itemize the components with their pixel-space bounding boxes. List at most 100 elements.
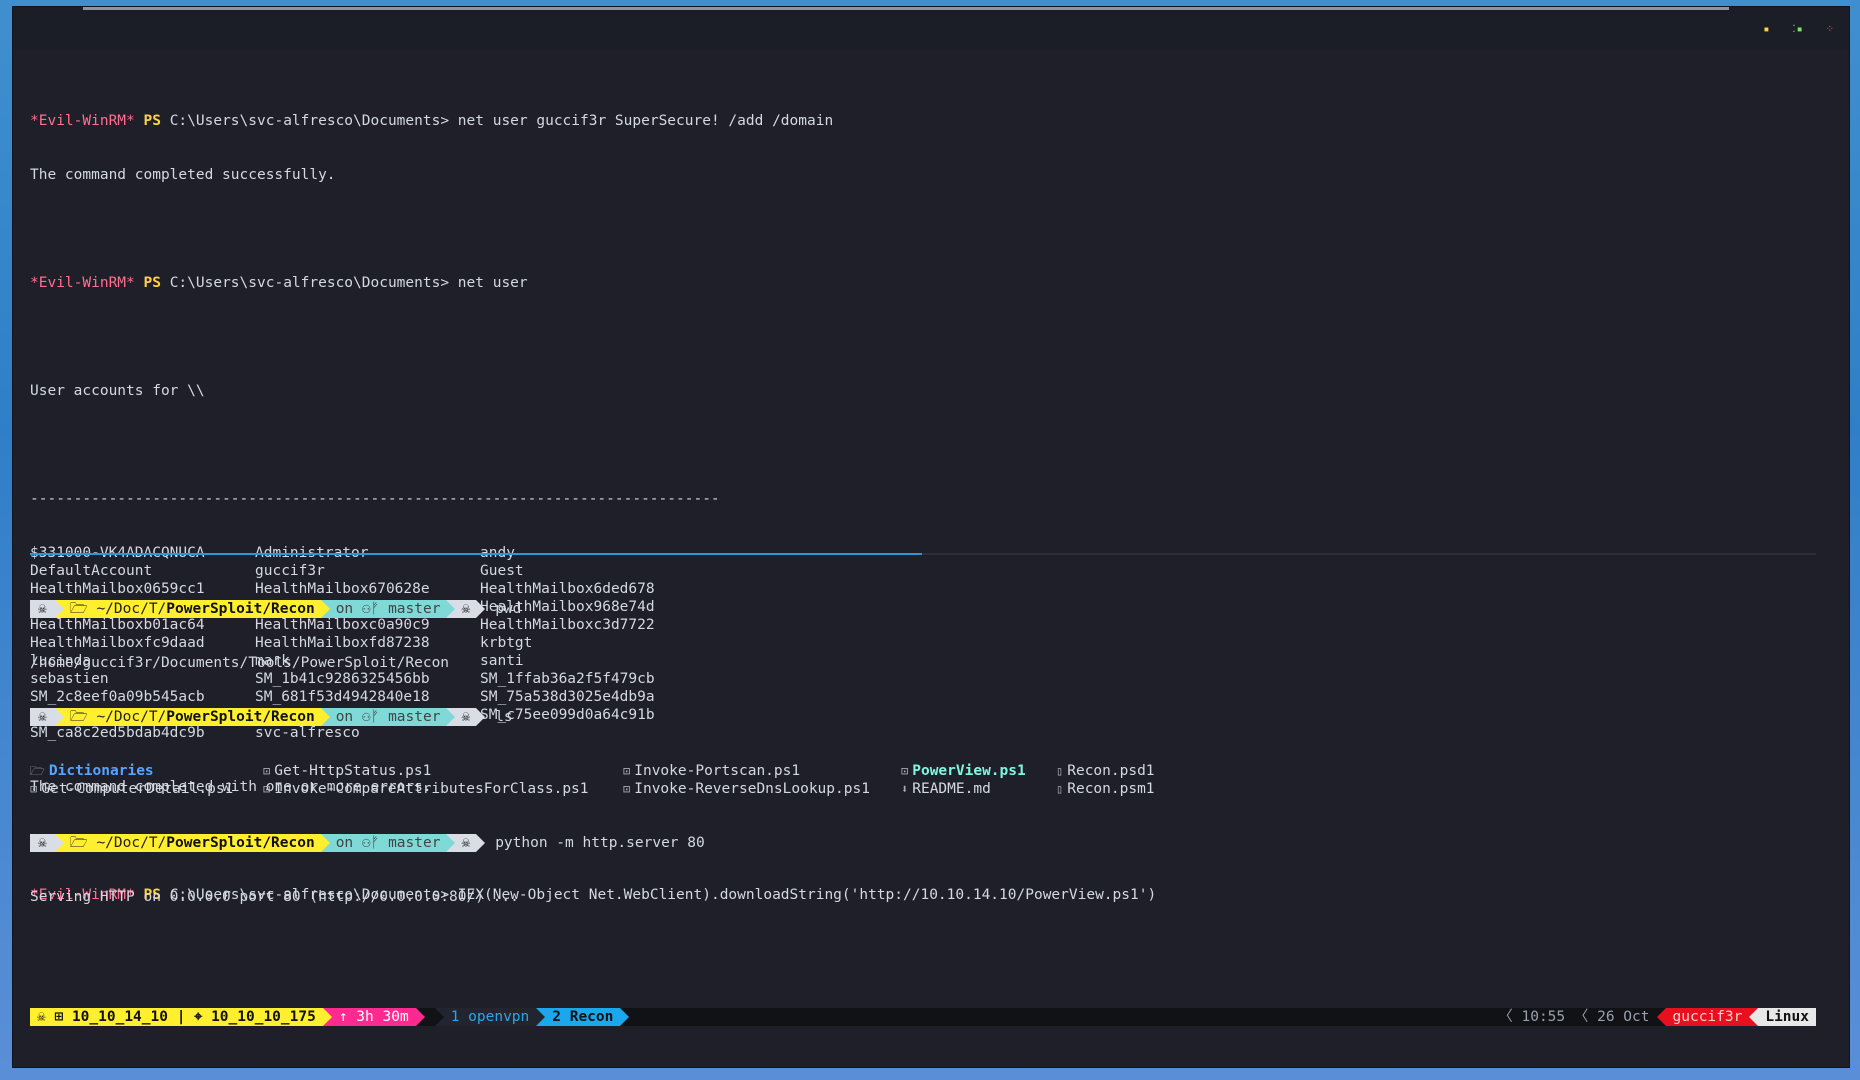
close-dot-icon[interactable]: ⁘ bbox=[1826, 25, 1835, 35]
ls-entry-name: Invoke-Portscan.ps1 bbox=[634, 763, 801, 779]
powerline-separator-icon bbox=[320, 708, 330, 726]
ls-row: 🗁 Dictionaries ⊡ Get-HttpStatus.ps1 ⊡ Invoke-… bbox=[30, 762, 1830, 780]
script-icon: ⊡ bbox=[30, 782, 38, 796]
path-segment: 🗁 ~/Doc/T/PowerSploit/Recon bbox=[63, 708, 321, 726]
script-icon: ⊡ bbox=[263, 764, 271, 778]
powerline-separator-icon bbox=[446, 600, 456, 618]
powerline-separator-icon bbox=[415, 1008, 425, 1026]
github-icon: ⚇ bbox=[361, 835, 371, 851]
powerline-separator-icon bbox=[536, 1008, 546, 1026]
folder-icon: 🗁 bbox=[69, 601, 97, 617]
ls-entry-name: PowerView.ps1 bbox=[912, 763, 1026, 779]
path-current: PowerSploit/Recon bbox=[166, 601, 315, 617]
powerline-separator-icon bbox=[1656, 1008, 1666, 1026]
target-ip: 10_10_10_175 bbox=[211, 1009, 316, 1025]
command-output: Serving HTTP on 0.0.0.0 port 80 (http://… bbox=[30, 889, 519, 905]
ps-label: PS bbox=[143, 113, 161, 129]
skull-icon: ☠ bbox=[455, 600, 477, 618]
winrm-command: net user bbox=[457, 275, 528, 291]
powerline-separator-icon bbox=[476, 834, 486, 852]
shell-prompt: ☠ 🗁 ~/Doc/T/PowerSploit/Recon on ⚇ ᚠ mast… bbox=[30, 834, 1830, 852]
winrm-command-line: *Evil-WinRM* PS C:\Users\svc-alfresco\Do… bbox=[30, 274, 1830, 292]
skull-icon: ☠ bbox=[455, 834, 477, 852]
powerline-separator-icon bbox=[54, 708, 64, 726]
user-segment: guccif3r bbox=[1665, 1008, 1750, 1026]
file-icon: ▯ bbox=[1056, 764, 1064, 778]
clock: 10:55 bbox=[1521, 1009, 1566, 1025]
powerline-separator-icon bbox=[446, 834, 456, 852]
github-icon: ⚇ bbox=[361, 709, 371, 725]
winrm-prompt: *Evil-WinRM* bbox=[30, 275, 135, 291]
folder-icon: 🗁 bbox=[30, 764, 45, 778]
git-on-label: on bbox=[335, 835, 354, 851]
powerline-separator-icon bbox=[476, 708, 486, 726]
ls-entry-name: Dictionaries bbox=[48, 763, 154, 779]
tmux-window-tab-active[interactable]: 2 Recon bbox=[545, 1008, 621, 1026]
skull-icon: ☠ bbox=[30, 708, 55, 726]
output-divider: ----------------------------------------… bbox=[30, 491, 720, 507]
active-pane-indicator bbox=[30, 553, 922, 555]
script-icon: ⊡ bbox=[623, 764, 631, 778]
powerline-separator-icon bbox=[446, 708, 456, 726]
git-segment: on ⚇ ᚠ master bbox=[329, 834, 447, 852]
os-segment: Linux bbox=[1758, 1008, 1816, 1026]
ls-entry: ▯ Recon.psd1 bbox=[1056, 762, 1196, 780]
git-on-label: on bbox=[335, 709, 354, 725]
winrm-cwd: C:\Users\svc-alfresco\Documents> bbox=[169, 275, 450, 291]
uptime: ↑ 3h 30m bbox=[331, 1008, 416, 1026]
powerline-separator-icon bbox=[322, 1008, 332, 1026]
path-prefix: ~/Doc/T/ bbox=[96, 601, 167, 617]
ps-label: PS bbox=[143, 275, 161, 291]
ls-entry-name: Recon.psm1 bbox=[1067, 781, 1155, 797]
minimize-dot-icon[interactable]: ▪ bbox=[1763, 25, 1770, 35]
chevron-left-icon: 〈 bbox=[1498, 1009, 1513, 1025]
powerline-separator-icon bbox=[54, 600, 64, 618]
skull-icon: ☠ bbox=[37, 1009, 46, 1025]
chevron-left-icon: 〈 bbox=[1573, 1009, 1589, 1025]
script-icon: ⊡ bbox=[263, 782, 271, 796]
git-branch: master bbox=[388, 601, 441, 617]
powerline-separator-icon bbox=[320, 834, 330, 852]
ls-entry: ⊡ Get-HttpStatus.ps1 bbox=[263, 762, 623, 780]
pane-divider[interactable] bbox=[30, 553, 1816, 555]
folder-icon: 🗁 bbox=[69, 709, 97, 725]
ip-segment: ☠ ⊞ 10_10_14_10 | ⌖ 10_10_10_175 bbox=[30, 1008, 323, 1026]
ls-output: 🗁 Dictionaries ⊡ Get-HttpStatus.ps1 ⊡ Invoke-… bbox=[30, 762, 1830, 798]
ls-entry: ⊡ Invoke-CompareAttributesForClass.ps1 bbox=[263, 780, 623, 798]
local-shell-pane[interactable]: ☠ 🗁 ~/Doc/T/PowerSploit/Recon on ⚇ ᚠ mast… bbox=[30, 564, 1830, 924]
ls-entry-name: Get-HttpStatus.ps1 bbox=[274, 763, 432, 779]
skull-icon: ☠ bbox=[30, 600, 55, 618]
script-icon: ⊡ bbox=[623, 782, 631, 796]
tmux-window-tab[interactable]: 1 openvpn bbox=[443, 1008, 537, 1026]
branch-icon: ᚠ bbox=[370, 709, 380, 725]
ls-entry: ▯ Recon.psm1 bbox=[1056, 780, 1196, 798]
skull-icon: ☠ bbox=[30, 834, 55, 852]
powerline-separator-icon bbox=[320, 600, 330, 618]
maximize-dot-icon[interactable]: ⁚▪ bbox=[1792, 25, 1803, 35]
target-icon: ⌖ bbox=[194, 1009, 203, 1025]
branch-icon: ᚠ bbox=[370, 835, 380, 851]
git-branch: master bbox=[388, 835, 441, 851]
ls-entry-name: Recon.psd1 bbox=[1067, 763, 1155, 779]
file-icon: ▯ bbox=[1056, 782, 1064, 796]
shell-prompt: ☠ 🗁 ~/Doc/T/PowerSploit/Recon on ⚇ ᚠ mast… bbox=[30, 708, 1830, 726]
ls-entry-name: Invoke-CompareAttributesForClass.ps1 bbox=[274, 781, 589, 797]
focus-indicator bbox=[83, 7, 1729, 10]
network-icon: ⊞ bbox=[54, 1009, 64, 1025]
branch-icon: ᚠ bbox=[370, 601, 380, 617]
powerline-separator-icon bbox=[476, 600, 486, 618]
git-on-label: on bbox=[335, 601, 354, 617]
github-icon: ⚇ bbox=[361, 601, 371, 617]
winrm-command-line: *Evil-WinRM* PS C:\Users\svc-alfresco\Do… bbox=[30, 112, 1830, 130]
script-icon: ⊡ bbox=[901, 764, 909, 778]
skull-icon: ☠ bbox=[455, 708, 477, 726]
shell-prompt: ☠ 🗁 ~/Doc/T/PowerSploit/Recon on ⚇ ᚠ mast… bbox=[30, 600, 1830, 618]
winrm-command: net user guccif3r SuperSecure! /add /dom… bbox=[457, 113, 834, 129]
powerline-separator-icon bbox=[434, 1008, 444, 1026]
shell-command: python -m http.server 80 bbox=[495, 835, 705, 851]
path-prefix: ~/Doc/T/ bbox=[96, 835, 167, 851]
command-output: The command completed successfully. bbox=[30, 167, 336, 183]
ls-entry-name: README.md bbox=[912, 781, 991, 797]
ls-entry-name: Invoke-ReverseDnsLookup.ps1 bbox=[634, 781, 870, 797]
command-output: /home/guccif3r/Documents/Tools/PowerSplo… bbox=[30, 655, 450, 671]
